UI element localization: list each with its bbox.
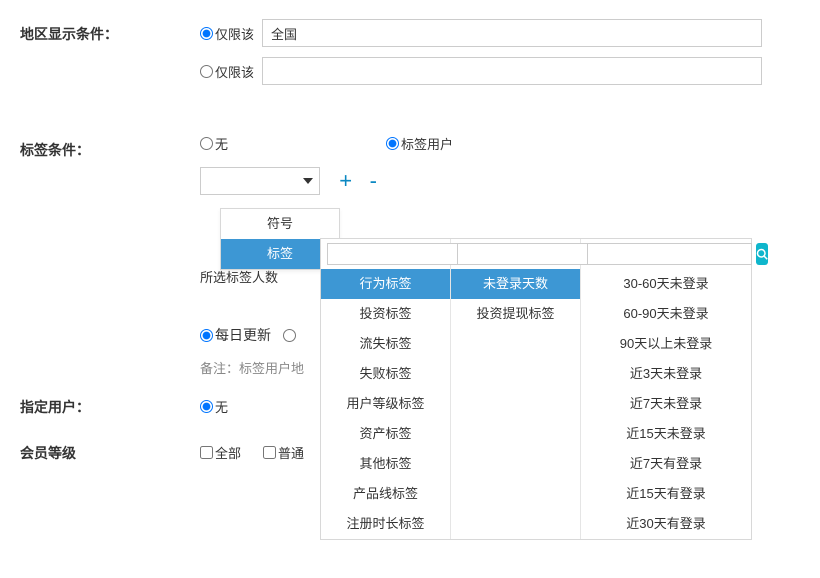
region-only-radio-1[interactable] [200, 27, 213, 40]
cascade-item[interactable]: 产品线标签 [321, 479, 450, 509]
specified-user-none-radio[interactable] [200, 400, 213, 413]
tag-none-radio[interactable] [200, 137, 213, 150]
member-level-normal-checkbox[interactable] [263, 446, 276, 459]
member-level-label: 会员等级 [0, 437, 200, 463]
cascade-item[interactable]: 近3天未登录 [581, 359, 751, 389]
note-prefix: 备注： [200, 361, 239, 376]
tag-select-dropdown[interactable] [200, 167, 320, 195]
region-only-label-1: 仅限该 [215, 24, 254, 43]
region-only-radio-2[interactable] [200, 65, 213, 78]
region-value-select-2[interactable] [262, 57, 762, 85]
cascade-item[interactable]: 其他标签 [321, 449, 450, 479]
cascade-item[interactable]: 近30天有登录 [581, 509, 751, 539]
cascade-item[interactable]: 注册时长标签 [321, 509, 450, 539]
cascade-item[interactable]: 资产标签 [321, 419, 450, 449]
cascade-item[interactable]: 90天以上未登录 [581, 329, 751, 359]
caret-down-icon [303, 178, 313, 184]
remove-tag-button[interactable]: - [361, 168, 385, 194]
region-condition-label: 地区显示条件： [0, 18, 200, 44]
cascade-col-2: 未登录天数投资提现标签 [451, 239, 581, 539]
cascade-item[interactable]: 行为标签 [321, 269, 450, 299]
region-only-label-2: 仅限该 [215, 62, 254, 81]
tag-condition-label: 标签条件： [0, 134, 200, 160]
tag-none-label: 无 [215, 134, 228, 153]
cascade-item[interactable]: 近7天有登录 [581, 449, 751, 479]
member-level-all-checkbox[interactable] [200, 446, 213, 459]
daily-update-alt-radio[interactable] [283, 329, 296, 342]
cascade-item[interactable]: 30-60天未登录 [581, 269, 751, 299]
specified-user-label: 指定用户： [0, 391, 200, 417]
daily-update-radio[interactable] [200, 329, 213, 342]
cascade-col-3: 30-60天未登录60-90天未登录90天以上未登录近3天未登录近7天未登录近1… [581, 239, 751, 539]
daily-update-label: 每日更新 [215, 325, 271, 345]
cascade-item[interactable]: 60-90天未登录 [581, 299, 751, 329]
cascade-item[interactable]: 投资提现标签 [451, 299, 580, 329]
cascade-item[interactable]: 投资标签 [321, 299, 450, 329]
tag-user-radio[interactable] [386, 137, 399, 150]
add-tag-button[interactable]: + [334, 168, 358, 194]
cascade-item[interactable]: 未登录天数 [451, 269, 580, 299]
cascade-item[interactable]: 近15天有登录 [581, 479, 751, 509]
cascade-col-3-search-input[interactable] [587, 243, 752, 265]
cascade-item[interactable]: 近7天未登录 [581, 389, 751, 419]
member-level-all-label: 全部 [215, 443, 241, 462]
cascade-col-3-search-button[interactable] [756, 243, 768, 265]
cascade-item[interactable]: 流失标签 [321, 329, 450, 359]
region-value-select[interactable]: 全国 [262, 19, 762, 47]
member-level-normal-label: 普通 [278, 443, 304, 462]
cascade-item[interactable]: 用户等级标签 [321, 389, 450, 419]
dropdown-option-symbol[interactable]: 符号 [221, 209, 339, 239]
cascade-item[interactable]: 近15天未登录 [581, 419, 751, 449]
tag-cascade-panel: 行为标签投资标签流失标签失败标签用户等级标签资产标签其他标签产品线标签注册时长标… [320, 238, 752, 540]
tag-user-label: 标签用户 [401, 134, 453, 153]
specified-user-none-label: 无 [215, 397, 228, 416]
cascade-item[interactable]: 失败标签 [321, 359, 450, 389]
search-icon [756, 248, 768, 260]
cascade-col-1: 行为标签投资标签流失标签失败标签用户等级标签资产标签其他标签产品线标签注册时长标… [321, 239, 451, 539]
note-text: 标签用户地 [239, 361, 304, 376]
